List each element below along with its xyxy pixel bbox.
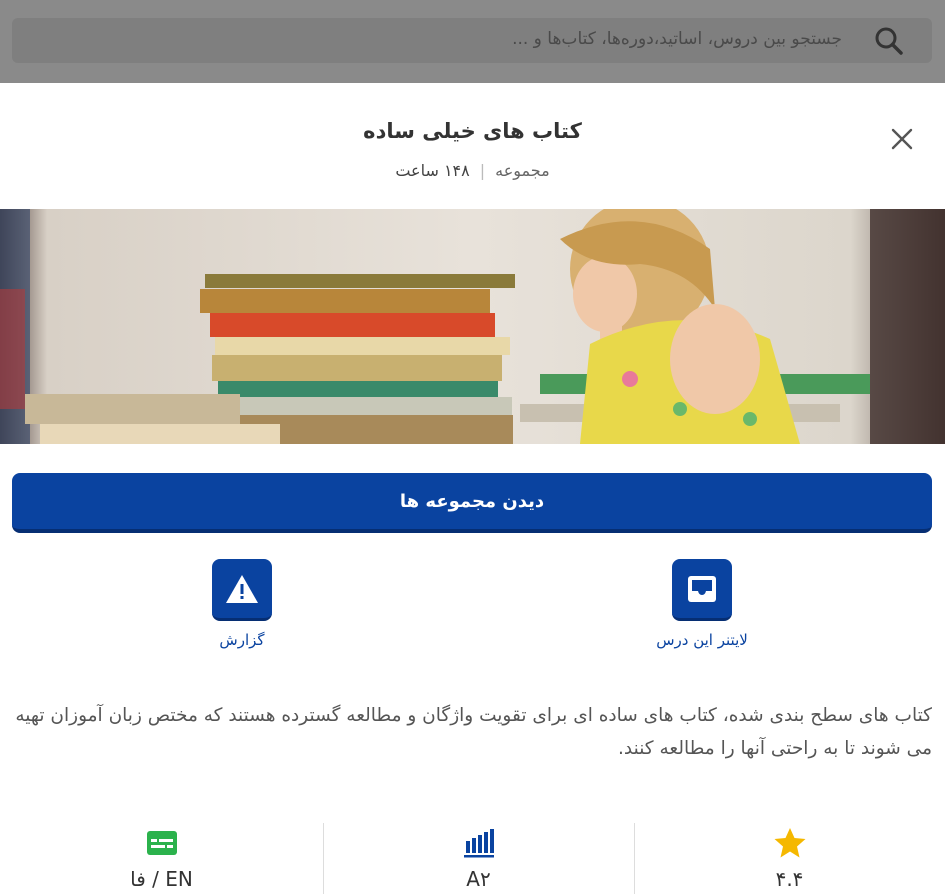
warning-icon bbox=[226, 574, 258, 603]
type-label: مجموعه bbox=[495, 161, 550, 180]
lightner-button[interactable]: لایتنر این درس bbox=[622, 559, 782, 649]
stat-divider bbox=[634, 823, 635, 894]
report-button[interactable]: گزارش bbox=[162, 559, 322, 649]
course-description: کتاب های سطح بندی شده، کتاب های ساده ای … bbox=[15, 705, 932, 759]
page-title: کتاب های خیلی ساده bbox=[363, 119, 582, 143]
subtitles-icon bbox=[146, 831, 177, 855]
course-meta: مجموعه | ۱۴۸ ساعت bbox=[0, 161, 945, 180]
language-stat: فا / EN bbox=[6, 823, 317, 894]
app-header-dimmed: جستجو بین دروس، اساتید،دوره‌ها، کتاب‌ها … bbox=[0, 0, 945, 83]
search-placeholder: جستجو بین دروس، اساتید،دوره‌ها، کتاب‌ها … bbox=[512, 29, 842, 49]
report-tile[interactable] bbox=[212, 559, 272, 621]
level-value: A۲ bbox=[466, 867, 491, 891]
stat-divider bbox=[323, 823, 324, 894]
duration-label: ۱۴۸ ساعت bbox=[395, 161, 470, 180]
rating-value: ۴.۴ bbox=[775, 867, 804, 891]
stats-row: ۴.۴ A۲ فا / EN bbox=[0, 823, 945, 894]
rating-stat: ۴.۴ bbox=[634, 823, 945, 894]
course-detail-sheet: کتاب های خیلی ساده مجموعه | ۱۴۸ ساعت دیدن … bbox=[0, 83, 945, 894]
meta-divider: | bbox=[479, 161, 486, 180]
cover-image bbox=[0, 209, 945, 444]
lightner-tile[interactable] bbox=[672, 559, 732, 621]
level-bars-icon bbox=[463, 829, 494, 858]
report-label: گزارش bbox=[219, 631, 265, 649]
language-value: فا / EN bbox=[130, 867, 193, 891]
lightner-label: لایتنر این درس bbox=[656, 631, 748, 649]
inbox-icon bbox=[688, 575, 716, 602]
star-icon bbox=[774, 828, 805, 858]
search-icon[interactable] bbox=[874, 26, 904, 56]
search-input[interactable]: جستجو بین دروس، اساتید،دوره‌ها، کتاب‌ها … bbox=[12, 18, 932, 63]
view-collections-button[interactable]: دیدن مجموعه ها bbox=[12, 473, 932, 533]
level-stat: A۲ bbox=[323, 823, 634, 894]
